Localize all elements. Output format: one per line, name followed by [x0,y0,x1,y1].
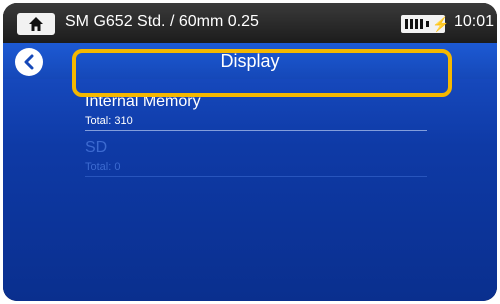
item-total: Total: 310 [85,115,133,127]
home-icon [29,17,43,31]
status-bar: SM G652 Std. / 60mm 0.25 ⚡ 10:01 [3,3,497,43]
splice-mode-label: SM G652 Std. / 60mm 0.25 [65,13,259,30]
divider [85,130,427,131]
list-item-internal-memory[interactable]: Internal Memory Total: 310 [85,91,427,131]
clock: 10:01 [454,13,495,30]
item-total: Total: 0 [85,161,121,173]
list-item-sd: SD Total: 0 [85,137,427,177]
battery-charging-icon: ⚡ [401,15,449,33]
charging-bolt-icon: ⚡ [432,16,450,32]
selection-highlight [72,49,452,97]
battery-terminal [426,21,429,27]
divider [85,176,427,177]
home-button[interactable] [17,13,55,35]
battery-level [405,19,425,29]
item-label: SD [85,139,108,156]
device-screen: SM G652 Std. / 60mm 0.25 ⚡ 10:01 Display… [3,3,497,301]
